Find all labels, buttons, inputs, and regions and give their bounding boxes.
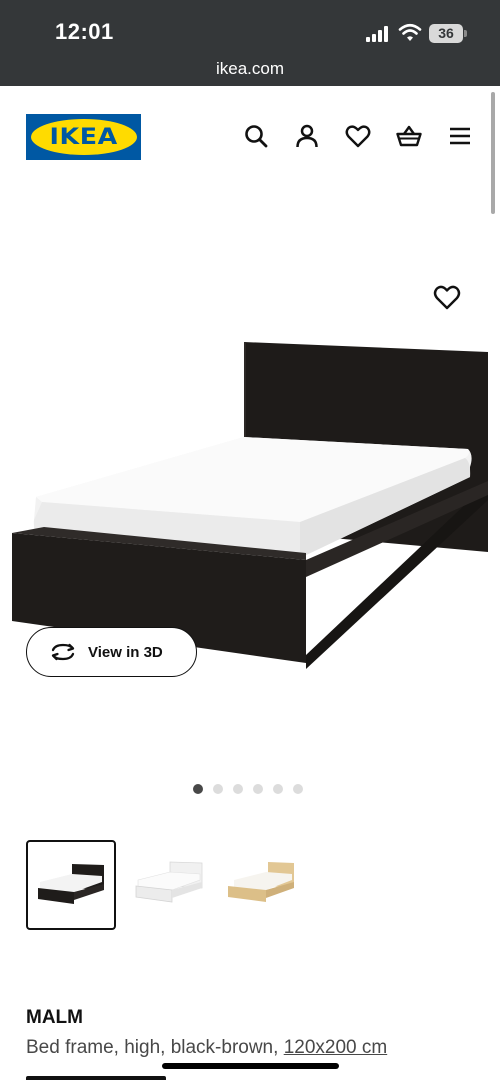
add-to-favourites-icon[interactable] (432, 282, 462, 312)
logo-oval: IKEA (30, 119, 137, 155)
product-description: Bed frame, high, black-brown, 120x200 cm (26, 1037, 387, 1059)
account-icon[interactable] (293, 122, 321, 150)
pagination-dot[interactable] (233, 784, 243, 794)
site-header: IKEA (0, 86, 500, 186)
battery-indicator: 36 (429, 24, 463, 43)
pagination-dot[interactable] (253, 784, 263, 794)
address-bar-url[interactable]: ikea.com (0, 59, 500, 79)
page-scrollbar[interactable] (491, 92, 495, 214)
price-peek (26, 1074, 176, 1080)
pagination-dot[interactable] (213, 784, 223, 794)
logo-wordmark: IKEA (49, 124, 118, 150)
product-image[interactable] (0, 215, 500, 775)
favourites-icon[interactable] (344, 122, 372, 150)
gallery-pagination (193, 784, 303, 794)
pagination-dot[interactable] (273, 784, 283, 794)
thumbnail-oak-veneer[interactable] (224, 840, 314, 930)
status-time: 12:01 (55, 19, 114, 44)
view-in-3d-label: View in 3D (88, 643, 163, 661)
wifi-icon (398, 23, 422, 41)
battery-tip (464, 30, 467, 37)
menu-icon[interactable] (446, 122, 474, 150)
pagination-dot[interactable] (293, 784, 303, 794)
ikea-logo[interactable]: IKEA (26, 114, 141, 160)
product-name[interactable]: MALM (26, 1007, 83, 1029)
cellular-signal-icon (366, 26, 390, 42)
rotate-3d-icon (51, 643, 75, 661)
thumbnail-black-brown[interactable] (26, 840, 116, 930)
pagination-dot[interactable] (193, 784, 203, 794)
thumbnail-white[interactable] (126, 840, 216, 930)
search-icon[interactable] (242, 122, 270, 150)
view-in-3d-button[interactable]: View in 3D (26, 627, 197, 677)
status-bar: 12:01 36 ikea.com (0, 0, 500, 86)
product-description-text: Bed frame, high, black-brown, (26, 1037, 284, 1058)
size-link[interactable]: 120x200 cm (284, 1037, 388, 1058)
home-indicator[interactable] (162, 1063, 339, 1069)
basket-icon[interactable] (395, 122, 423, 150)
